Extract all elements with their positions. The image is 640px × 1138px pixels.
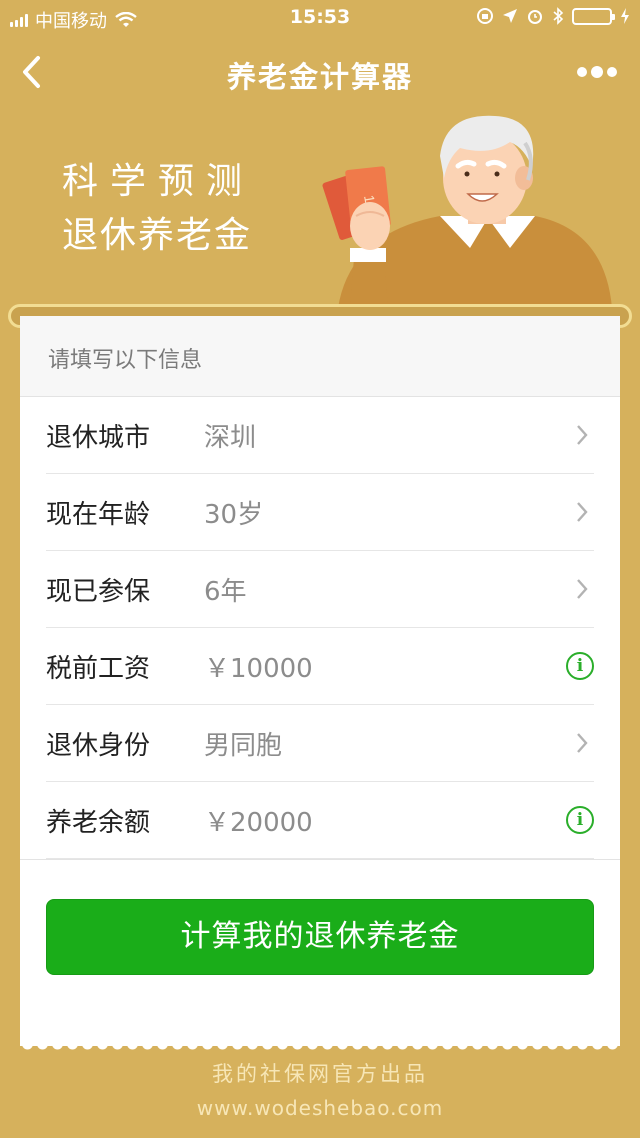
row-label: 退休城市 xyxy=(46,422,151,453)
form-card: 请填写以下信息 退休城市 深圳 现在年龄 30岁 现已参保 6年 税前工资 ￥1… xyxy=(20,316,620,1046)
chevron-right-icon xyxy=(577,733,588,753)
row-label: 现在年龄 xyxy=(46,499,151,530)
rotation-lock-icon xyxy=(477,8,493,24)
form-rows: 退休城市 深圳 现在年龄 30岁 现已参保 6年 税前工资 ￥10000 i 退… xyxy=(20,397,620,860)
chevron-right-icon xyxy=(577,502,588,522)
hero-slogan: 科学预测 退休养老金 xyxy=(62,155,254,263)
row-label: 税前工资 xyxy=(46,653,151,684)
row-label: 养老余额 xyxy=(46,807,151,838)
row-value: 6年 xyxy=(204,576,247,607)
battery-icon xyxy=(572,7,615,25)
bluetooth-icon xyxy=(553,7,564,25)
calculate-button[interactable]: 计算我的退休养老金 xyxy=(46,899,594,975)
row-label: 现已参保 xyxy=(46,576,151,607)
row-retire-identity[interactable]: 退休身份 男同胞 xyxy=(46,705,594,782)
more-dots-icon[interactable] xyxy=(576,64,618,80)
charging-icon xyxy=(621,8,629,24)
footer-url[interactable]: www.wodeshebao.com xyxy=(0,1096,640,1120)
divider xyxy=(20,859,620,860)
row-label: 退休身份 xyxy=(46,730,151,761)
row-value: 深圳 xyxy=(204,422,257,453)
form-header: 请填写以下信息 xyxy=(20,316,620,397)
row-retire-city[interactable]: 退休城市 深圳 xyxy=(46,397,594,474)
alarm-icon xyxy=(528,10,542,24)
salary-input[interactable]: ￥10000 xyxy=(204,648,313,685)
hero-line-2: 退休养老金 xyxy=(62,215,253,256)
footer-credit: 我的社保网官方出品 xyxy=(212,1062,428,1086)
hero-line-1: 科学预测 xyxy=(62,161,255,202)
elderly-man-illustration: 100 xyxy=(322,115,612,308)
row-value: 30岁 xyxy=(204,499,264,530)
row-pension-balance[interactable]: 养老余额 ￥20000 i xyxy=(46,782,594,859)
info-icon[interactable]: i xyxy=(566,806,594,834)
nav-bar: 养老金计算器 xyxy=(0,36,640,108)
balance-input[interactable]: ￥20000 xyxy=(204,802,313,839)
location-icon xyxy=(503,9,517,23)
status-bar: 中国移动 15:53 xyxy=(0,0,640,36)
card-scallop-edge xyxy=(20,1036,620,1050)
info-icon[interactable]: i xyxy=(566,652,594,680)
row-pretax-salary[interactable]: 税前工资 ￥10000 i xyxy=(46,628,594,705)
row-current-age[interactable]: 现在年龄 30岁 xyxy=(46,474,594,551)
row-insured-years[interactable]: 现已参保 6年 xyxy=(46,551,594,628)
row-value: 男同胞 xyxy=(204,730,283,761)
chevron-right-icon xyxy=(577,579,588,599)
chevron-right-icon xyxy=(577,425,588,445)
footer: 我的社保网官方出品 www.wodeshebao.com xyxy=(0,1058,640,1120)
page-title: 养老金计算器 xyxy=(226,60,413,94)
